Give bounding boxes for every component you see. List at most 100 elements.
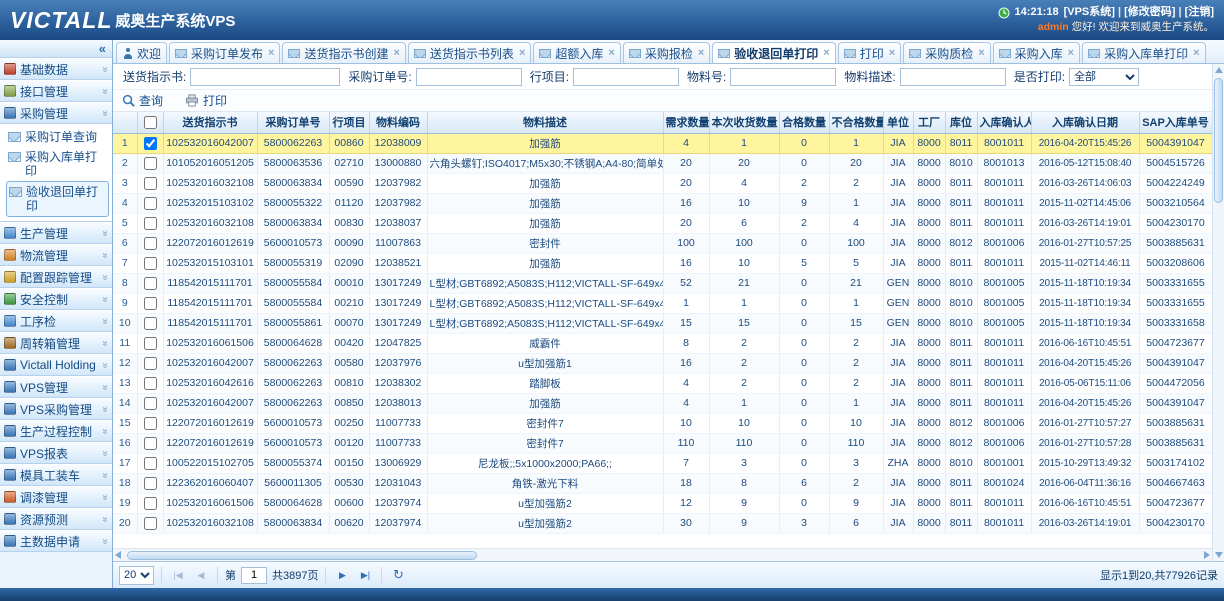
tab-采购入库[interactable]: 采购入库× <box>993 42 1080 63</box>
sidebar-group-vps-purchase-mgmt[interactable]: VPS采购管理» <box>0 398 112 420</box>
row-checkbox[interactable] <box>144 437 157 450</box>
sidebar-group-master-data-request[interactable]: 主数据申请» <box>0 530 112 552</box>
refresh-button[interactable]: ↻ <box>389 566 407 584</box>
row-checkbox[interactable] <box>144 177 157 190</box>
first-page-button[interactable]: |◀ <box>169 566 187 584</box>
sidebar-item[interactable]: 采购入库单打印 <box>6 147 109 181</box>
column-header-received-qty[interactable]: 本次收货数量 <box>709 112 779 133</box>
row-checkbox[interactable] <box>144 397 157 410</box>
table-row[interactable]: 510253201603210858000638340083012038037加… <box>113 213 1212 233</box>
row-checkbox[interactable] <box>144 137 157 150</box>
sidebar-group-production-process-control[interactable]: 生产过程控制» <box>0 420 112 442</box>
tab-close-icon[interactable]: × <box>823 47 829 59</box>
search-button[interactable]: 查询 <box>117 91 168 110</box>
header-link[interactable]: [修改密码] <box>1124 6 1175 18</box>
column-header-plant[interactable]: 工厂 <box>913 112 945 133</box>
column-header-confirmer[interactable]: 入库确认人 <box>977 112 1031 133</box>
select-all-checkbox[interactable] <box>144 116 157 129</box>
scroll-up-arrow-icon[interactable] <box>1215 67 1223 73</box>
column-header-confirm-date[interactable]: 入库确认日期 <box>1031 112 1139 133</box>
tab-close-icon[interactable]: × <box>268 47 274 59</box>
tab-采购订单发布[interactable]: 采购订单发布× <box>169 42 280 63</box>
row-checkbox[interactable] <box>144 497 157 510</box>
print-button[interactable]: 打印 <box>180 91 232 110</box>
table-row[interactable]: 1612207201601261956000105730012011007733… <box>113 433 1212 453</box>
row-checkbox[interactable] <box>144 157 157 170</box>
table-row[interactable]: 710253201510310158000553190209012038521加… <box>113 253 1212 273</box>
column-header-delivery-note[interactable]: 送货指示书 <box>163 112 257 133</box>
table-row[interactable]: 811854201511170158000555840001013017249L… <box>113 273 1212 293</box>
column-header-req-qty[interactable]: 需求数量 <box>663 112 709 133</box>
table-row[interactable]: 1410253201604200758000622630085012038013… <box>113 393 1212 413</box>
table-row[interactable]: 2010253201603210858000638340062012037974… <box>113 513 1212 533</box>
sidebar-group-security-control[interactable]: 安全控制» <box>0 288 112 310</box>
sidebar-group-logistics-mgmt[interactable]: 物流管理» <box>0 244 112 266</box>
row-checkbox[interactable] <box>144 237 157 250</box>
tab-close-icon[interactable]: × <box>889 47 895 59</box>
row-checkbox[interactable] <box>144 337 157 350</box>
table-row[interactable]: 1011854201511170158000558610007013017249… <box>113 313 1212 333</box>
tab-close-icon[interactable]: × <box>1068 47 1074 59</box>
sidebar-item[interactable]: 验收退回单打印 <box>6 181 109 217</box>
sidebar-group-victall-holding[interactable]: Victall Holding» <box>0 354 112 376</box>
row-checkbox[interactable] <box>144 377 157 390</box>
tab-close-icon[interactable]: × <box>698 47 704 59</box>
column-header-storage-loc[interactable]: 库位 <box>945 112 977 133</box>
sidebar-group-resource-forecast[interactable]: 资源预测» <box>0 508 112 530</box>
table-row[interactable]: 210105201605120558000635360271013000880六… <box>113 153 1212 173</box>
sidebar-collapse-button[interactable]: « <box>0 40 112 58</box>
row-checkbox[interactable] <box>144 217 157 230</box>
sidebar-group-interface-mgmt[interactable]: 接口管理» <box>0 80 112 102</box>
row-checkbox[interactable] <box>144 457 157 470</box>
po-number-filter-input[interactable] <box>416 68 522 86</box>
table-row[interactable]: 310253201603210858000638340059012037982加… <box>113 173 1212 193</box>
tab-超额入库[interactable]: 超额入库× <box>533 42 620 63</box>
column-header-material-desc[interactable]: 物料描述 <box>427 112 663 133</box>
tab-close-icon[interactable]: × <box>608 47 614 59</box>
tab-采购报检[interactable]: 采购报检× <box>623 42 710 63</box>
sidebar-group-vps-mgmt[interactable]: VPS管理» <box>0 376 112 398</box>
next-page-button[interactable]: ▶ <box>333 566 351 584</box>
material-number-filter-input[interactable] <box>730 68 836 86</box>
row-checkbox[interactable] <box>144 297 157 310</box>
sidebar-item[interactable]: 采购订单查询 <box>6 127 109 147</box>
delivery-note-filter-input[interactable] <box>190 68 340 86</box>
row-checkbox[interactable] <box>144 277 157 290</box>
row-checkbox[interactable] <box>144 417 157 430</box>
table-row[interactable]: 1310253201604261658000622630081012038302… <box>113 373 1212 393</box>
tab-close-icon[interactable]: × <box>1193 47 1199 59</box>
sidebar-group-container-mgmt[interactable]: 周转箱管理» <box>0 332 112 354</box>
tab-欢迎[interactable]: 欢迎 <box>116 42 167 63</box>
table-row[interactable]: 1512207201601261956000105730025011007733… <box>113 413 1212 433</box>
tab-验收退回单打印[interactable]: 验收退回单打印× <box>712 42 835 63</box>
scroll-down-arrow-icon[interactable] <box>1215 552 1223 558</box>
sidebar-group-paint-mgmt[interactable]: 调漆管理» <box>0 486 112 508</box>
vertical-scrollbar[interactable] <box>1212 64 1224 561</box>
tab-close-icon[interactable]: × <box>519 47 525 59</box>
sidebar-group-config-tracking[interactable]: 配置跟踪管理» <box>0 266 112 288</box>
material-desc-filter-input[interactable] <box>900 68 1006 86</box>
table-row[interactable]: 911854201511170158000555840021013017249L… <box>113 293 1212 313</box>
sidebar-group-production-mgmt[interactable]: 生产管理» <box>0 222 112 244</box>
table-row[interactable]: 1910253201606150658000646280060012037974… <box>113 493 1212 513</box>
column-header-line-item[interactable]: 行项目 <box>329 112 369 133</box>
horizontal-scroll-thumb[interactable] <box>127 551 477 560</box>
sidebar-group-base-data[interactable]: 基础数据» <box>0 58 112 80</box>
line-item-filter-input[interactable] <box>573 68 679 86</box>
table-row[interactable]: 110253201604200758000622630086012038009加… <box>113 133 1212 153</box>
column-header-material-code[interactable]: 物料编码 <box>369 112 427 133</box>
table-row[interactable]: 612207201601261956000105730009011007863密… <box>113 233 1212 253</box>
row-checkbox[interactable] <box>144 477 157 490</box>
tab-close-icon[interactable]: × <box>978 47 984 59</box>
tab-送货指示书创建[interactable]: 送货指示书创建× <box>282 42 405 63</box>
table-row[interactable]: 1110253201606150658000646280042012047825… <box>113 333 1212 353</box>
row-checkbox[interactable] <box>144 197 157 210</box>
row-checkbox[interactable] <box>144 317 157 330</box>
scroll-left-arrow-icon[interactable] <box>115 551 121 559</box>
table-row[interactable]: 1812236201606040756000113050053012031043… <box>113 473 1212 493</box>
table-row[interactable]: 1210253201604200758000622630058012037976… <box>113 353 1212 373</box>
table-row[interactable]: 1710052201510270558000553740015013006929… <box>113 453 1212 473</box>
tab-采购质检[interactable]: 采购质检× <box>903 42 990 63</box>
sidebar-group-vps-reports[interactable]: VPS报表» <box>0 442 112 464</box>
row-checkbox[interactable] <box>144 257 157 270</box>
